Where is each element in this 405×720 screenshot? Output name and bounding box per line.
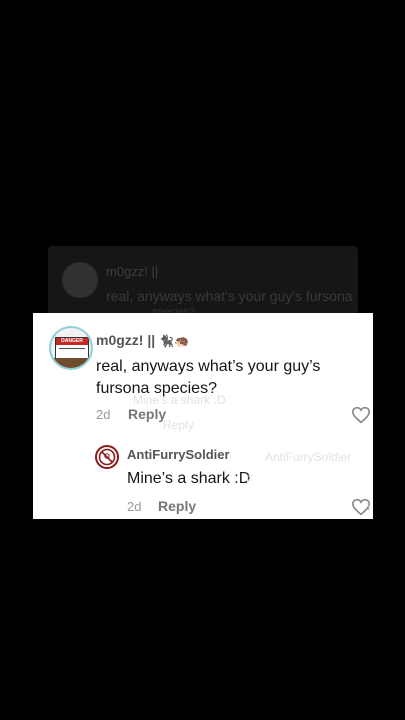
reply-button[interactable]: Reply [128,406,166,422]
faded-echo-reply: Reply [163,418,194,432]
comment-age: 2d [96,407,111,422]
ghost-avatar [62,262,98,298]
reply-text: Mine’s a shark :D [127,470,251,487]
faded-echo-username: AntiFurrySoldier [265,450,352,464]
avatar[interactable]: DANGER [49,326,93,370]
ghost-username: m0gzz! || [106,264,159,279]
reply-age: 2d [127,499,142,514]
reply-avatar[interactable] [95,445,119,469]
faded-echo-char: F [246,473,254,487]
reply-reply-button[interactable]: Reply [158,498,196,514]
reply-username[interactable]: AntiFurrySoldier [127,447,230,462]
like-heart-icon[interactable] [351,406,371,424]
no-symbol-icon [98,448,116,466]
ghost-comment-text: real, anyways what's your guy's fursona [106,288,353,304]
ghost-comment-overlay: m0gzz! || real, anyways what's your guy'… [48,246,358,318]
comment-username[interactable]: m0gzz! || 🐈‍⬛🦔 [96,332,189,348]
faded-echo-text: Mine’s a shark :D [133,393,226,407]
comment-thread-card: DANGER m0gzz! || 🐈‍⬛🦔 real, anyways what… [33,313,373,519]
username-emoji: 🐈‍⬛🦔 [159,334,189,348]
edge-mark-right: f [367,499,371,513]
